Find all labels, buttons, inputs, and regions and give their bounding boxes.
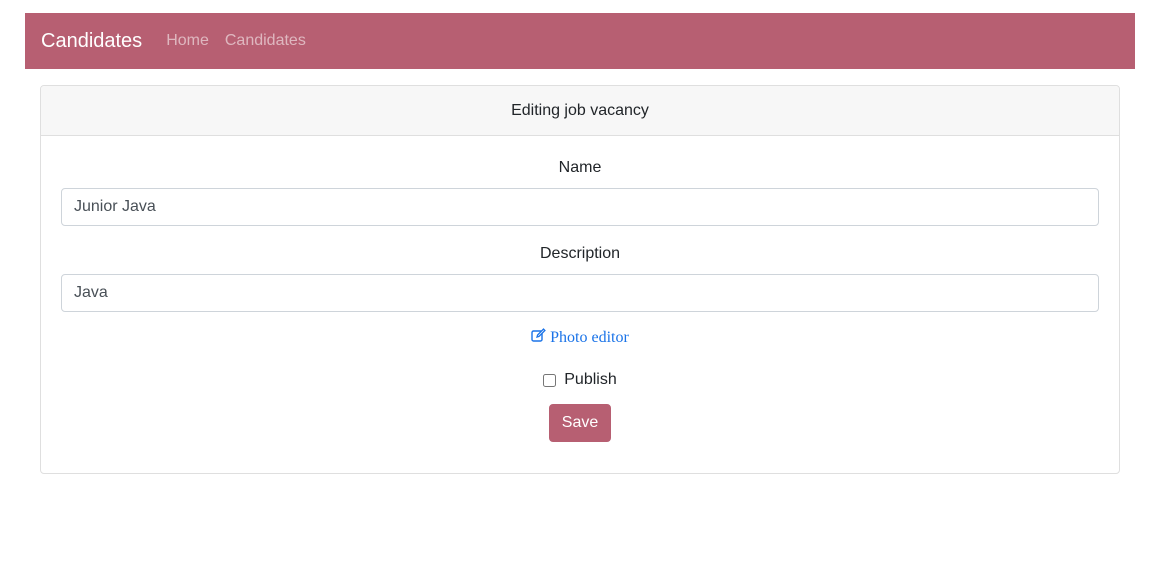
nav-link-home[interactable]: Home xyxy=(166,32,209,50)
card-body: Name Description Photo editor Publish xyxy=(41,136,1119,442)
edit-icon xyxy=(531,328,546,347)
nav-link-candidates[interactable]: Candidates xyxy=(225,32,306,50)
description-label: Description xyxy=(539,245,621,262)
navbar: Candidates Home Candidates xyxy=(25,13,1135,69)
navbar-brand[interactable]: Candidates xyxy=(41,30,142,53)
name-label: Name xyxy=(558,159,602,176)
publish-checkbox[interactable] xyxy=(543,373,557,387)
photo-editor-link[interactable]: Photo editor xyxy=(531,328,629,347)
publish-row: Publish xyxy=(61,368,1099,392)
photo-editor-label: Photo editor xyxy=(550,328,629,346)
edit-vacancy-card: Editing job vacancy Name Description Pho… xyxy=(40,85,1120,474)
publish-label[interactable]: Publish xyxy=(564,371,616,389)
name-input[interactable] xyxy=(61,188,1099,226)
save-button[interactable]: Save xyxy=(548,404,612,442)
button-row: Save xyxy=(61,404,1099,442)
photo-editor-row: Photo editor xyxy=(61,328,1099,352)
description-input[interactable] xyxy=(61,274,1099,312)
card-header: Editing job vacancy xyxy=(41,86,1119,136)
description-group: Description xyxy=(61,242,1099,312)
name-group: Name xyxy=(61,156,1099,226)
